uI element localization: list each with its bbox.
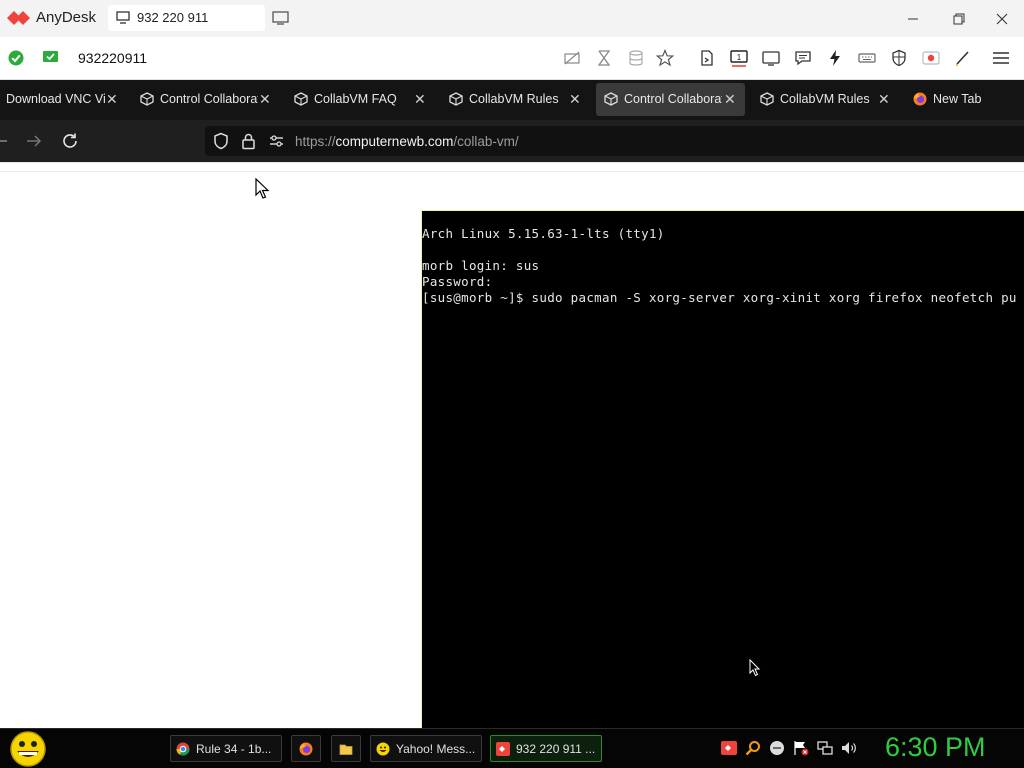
- keyboard-crossed-icon[interactable]: [563, 49, 581, 67]
- anydesk-icon: [496, 742, 510, 756]
- shield-icon[interactable]: [890, 49, 908, 67]
- chat-icon[interactable]: [794, 49, 812, 67]
- tab-close-icon[interactable]: ✕: [259, 91, 271, 108]
- menu-icon[interactable]: [992, 49, 1010, 67]
- site-permissions-icon[interactable]: [268, 134, 286, 148]
- terminal-line: morb login: sus: [422, 258, 540, 273]
- collabvm-icon: [140, 92, 154, 106]
- taskbar-item-label: Rule 34 - 1b...: [196, 742, 272, 756]
- lightning-icon[interactable]: [826, 49, 844, 67]
- taskbar-item[interactable]: Yahoo! Mess...: [370, 735, 482, 762]
- browser-tab[interactable]: Download VNC Vi ✕: [0, 83, 120, 116]
- browser-tab[interactable]: CollabVM Rules ✕: [760, 83, 895, 116]
- tab-close-icon[interactable]: ✕: [878, 91, 890, 108]
- tab-label: Download VNC Vi: [6, 92, 106, 106]
- browser-tab[interactable]: New Tab: [913, 83, 1024, 116]
- taskbar-item-label: Yahoo! Mess...: [396, 742, 476, 756]
- tab-close-icon[interactable]: ✕: [724, 91, 736, 108]
- collabvm-icon: [294, 92, 308, 106]
- monitor-1-icon[interactable]: 1: [730, 49, 748, 67]
- folder-icon: [339, 742, 353, 756]
- tab-label: CollabVM Rules: [469, 92, 559, 106]
- record-icon[interactable]: [922, 49, 940, 67]
- collabvm-icon: [604, 92, 618, 106]
- remote-address-field[interactable]: 932220911: [78, 50, 147, 66]
- tab-label: CollabVM FAQ: [314, 92, 397, 106]
- taskbar-clock[interactable]: 6:30 PM: [885, 732, 986, 763]
- tab-label: New Tab: [933, 92, 982, 106]
- tab-label: Control Collaborat: [624, 92, 722, 106]
- svg-text:1: 1: [737, 53, 742, 62]
- mouse-cursor-icon: [255, 178, 271, 200]
- close-window-button[interactable]: [994, 11, 1010, 27]
- session-tab[interactable]: 932 220 911: [108, 5, 265, 31]
- anydesk-logo-icon: [6, 9, 32, 27]
- terminal-line: [sus@morb ~]$ sudo pacman -S xorg-server…: [422, 290, 1017, 305]
- display-icon[interactable]: [762, 49, 780, 67]
- browser-tab[interactable]: CollabVM Rules ✕: [449, 83, 584, 116]
- file-transfer-icon[interactable]: [698, 49, 716, 67]
- hourglass-icon[interactable]: [595, 49, 613, 67]
- tab-close-icon[interactable]: ✕: [569, 91, 581, 108]
- monitor-icon: [116, 11, 130, 24]
- url-scheme: https://: [295, 134, 336, 149]
- url-domain: computernewb.com: [335, 134, 454, 149]
- chrome-icon: [176, 742, 190, 756]
- remote-desktop-status-icon: [42, 50, 59, 65]
- minimize-button[interactable]: [905, 11, 921, 27]
- connection-ok-icon: [8, 50, 24, 66]
- firefox-icon: [913, 92, 927, 106]
- messenger-tray-icon[interactable]: [769, 740, 785, 756]
- terminal-line: Arch Linux 5.15.63-1-lts (tty1): [422, 226, 665, 241]
- browser-tab-strip: Download VNC Vi ✕ Control Collaborat ✕ C…: [0, 80, 1024, 120]
- url-text[interactable]: https://computernewb.com/collab-vm/: [295, 134, 519, 149]
- taskbar-item[interactable]: [291, 735, 321, 762]
- collabvm-icon: [760, 92, 774, 106]
- pen-icon[interactable]: [954, 49, 972, 67]
- network-icon[interactable]: [817, 740, 833, 756]
- collabvm-icon: [449, 92, 463, 106]
- back-button-icon[interactable]: [0, 132, 8, 150]
- session-tab-label: 932 220 911: [137, 10, 209, 25]
- taskbar-item-active[interactable]: 932 220 911 ...: [490, 735, 602, 762]
- firefox-icon: [299, 742, 313, 756]
- taskbar-item[interactable]: [331, 735, 361, 762]
- keyboard-icon[interactable]: [858, 49, 876, 67]
- forward-button-icon[interactable]: [25, 133, 43, 149]
- taskbar-item-label: 932 220 911 ...: [516, 742, 596, 756]
- browser-tab-active[interactable]: Control Collaborat ✕: [596, 83, 745, 116]
- browser-tab[interactable]: CollabVM FAQ ✕: [294, 83, 429, 116]
- yahoo-messenger-icon: [376, 742, 390, 756]
- browser-tab[interactable]: Control Collaborat ✕: [140, 83, 275, 116]
- tab-close-icon[interactable]: ✕: [414, 91, 426, 108]
- search-tray-icon[interactable]: [745, 740, 761, 756]
- page-divider: [0, 171, 1024, 172]
- taskbar-item[interactable]: Rule 34 - 1b...: [170, 735, 282, 762]
- start-button-smiley-icon[interactable]: [8, 731, 48, 767]
- terminal-line: Password:: [422, 274, 493, 289]
- tracking-protection-shield-icon[interactable]: [213, 132, 229, 150]
- vm-display[interactable]: Arch Linux 5.15.63-1-lts (tty1) morb log…: [421, 210, 1024, 728]
- reload-icon[interactable]: [61, 132, 79, 150]
- tab-close-icon[interactable]: ✕: [106, 91, 118, 108]
- anydesk-app-name: AnyDesk: [36, 9, 97, 26]
- database-icon[interactable]: [627, 49, 645, 67]
- url-path: /collab-vm/: [453, 134, 519, 149]
- restore-button[interactable]: [951, 11, 967, 27]
- tab-label: Control Collaborat: [160, 92, 258, 106]
- action-center-flag-icon[interactable]: [793, 740, 809, 756]
- star-icon[interactable]: [656, 49, 674, 67]
- volume-icon[interactable]: [841, 740, 857, 756]
- lock-icon[interactable]: [241, 132, 256, 150]
- tab-label: CollabVM Rules: [780, 92, 870, 106]
- new-session-tab-button[interactable]: [272, 10, 290, 26]
- anydesk-tray-icon[interactable]: [721, 740, 737, 756]
- vm-mouse-cursor-icon: [749, 659, 761, 677]
